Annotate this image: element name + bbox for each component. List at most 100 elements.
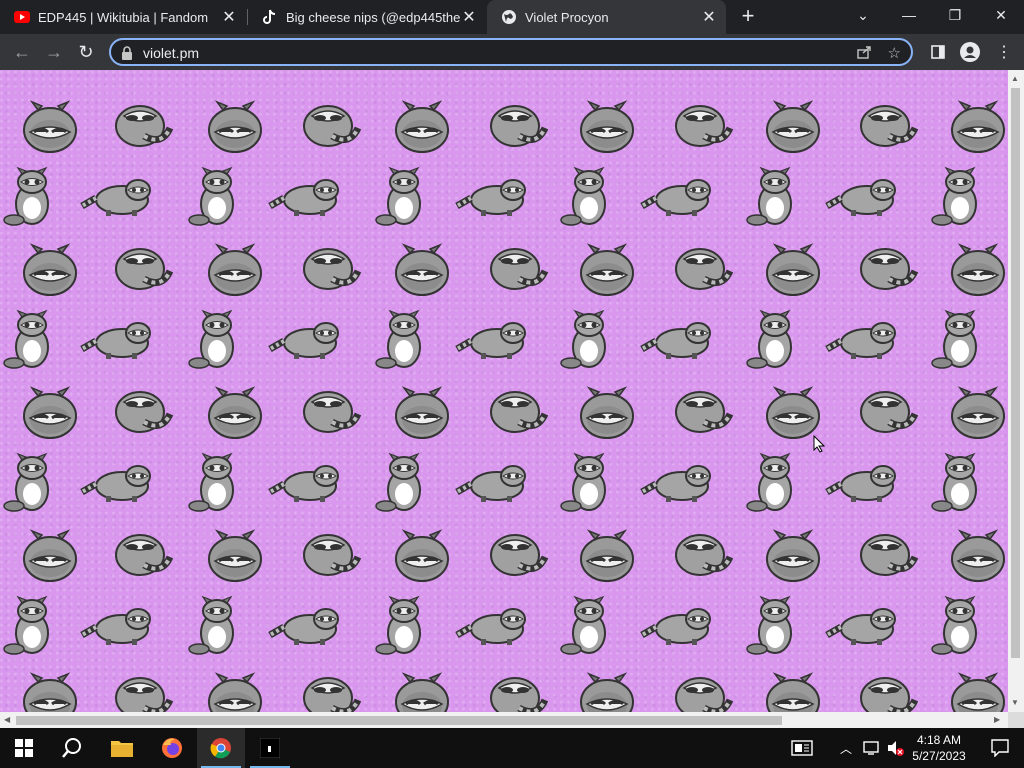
new-tab-button[interactable]: + — [736, 5, 760, 29]
tab-search-icon[interactable]: ⌄ — [840, 0, 886, 30]
raccoon-icon — [394, 100, 450, 154]
share-icon[interactable] — [857, 45, 873, 64]
raccoon-icon — [642, 466, 710, 502]
raccoon-icon — [375, 167, 421, 226]
raccoon-icon — [22, 529, 78, 583]
vertical-scrollbar[interactable]: ▲ ▼ — [1008, 70, 1024, 712]
raccoon-icon — [457, 180, 525, 216]
raccoon-pattern — [3, 100, 1006, 712]
raccoon-icon — [676, 249, 730, 289]
raccoon-icon — [931, 167, 977, 226]
scroll-right-icon[interactable]: ▶ — [994, 715, 1000, 724]
news-widget-icon[interactable] — [780, 728, 824, 768]
forward-button[interactable]: → — [42, 40, 66, 64]
tab-title: EDP445 | Wikitubia | Fandom — [38, 9, 209, 25]
raccoon-icon — [491, 249, 545, 289]
raccoon-icon — [375, 596, 421, 655]
scrollbar-corner — [1008, 712, 1024, 728]
raccoon-icon — [861, 535, 915, 575]
raccoon-icon — [3, 167, 49, 226]
raccoon-icon — [642, 323, 710, 359]
raccoon-icon — [950, 243, 1006, 297]
raccoon-icon — [304, 392, 358, 432]
raccoon-icon — [676, 106, 730, 146]
raccoon-icon — [3, 453, 49, 512]
system-clock[interactable]: 4:18 AM 5/27/2023 — [906, 732, 972, 764]
network-icon[interactable] — [860, 728, 882, 768]
chevron-up-icon[interactable]: ︿ — [836, 728, 856, 768]
reload-button[interactable]: ↻ — [74, 40, 98, 64]
raccoon-icon — [491, 678, 545, 712]
volume-muted-icon[interactable] — [884, 728, 906, 768]
scroll-up-icon[interactable]: ▲ — [1011, 74, 1019, 83]
raccoon-icon — [676, 678, 730, 712]
minimize-button[interactable]: — — [886, 0, 932, 30]
file-explorer-icon[interactable] — [98, 728, 146, 768]
youtube-icon — [14, 9, 30, 25]
restore-button[interactable]: ❐ — [932, 0, 978, 30]
raccoon-icon — [560, 167, 606, 226]
raccoon-icon — [765, 100, 821, 154]
raccoon-icon — [270, 180, 338, 216]
raccoon-icon — [827, 180, 895, 216]
tab-tiktok[interactable]: Big cheese nips (@edp445theog) ✕ — [248, 0, 486, 34]
windows-taskbar: ︿ 4:18 AM 5/27/2023 — [0, 728, 1024, 768]
browser-toolbar: ← → ↻ violet.pm ☆ ⋮ — [0, 34, 1024, 70]
raccoon-icon — [207, 386, 263, 440]
close-tab-icon[interactable]: ✕ — [700, 7, 718, 27]
profile-avatar-icon[interactable] — [960, 42, 980, 62]
globe-icon — [501, 9, 517, 25]
terminal-app-icon[interactable] — [246, 728, 294, 768]
raccoon-icon — [746, 596, 792, 655]
raccoon-icon — [22, 386, 78, 440]
side-panel-icon[interactable] — [928, 42, 948, 62]
windows-start-icon[interactable] — [0, 728, 48, 768]
tab-violet-procyon[interactable]: Violet Procyon ✕ — [487, 0, 726, 34]
raccoon-icon — [746, 453, 792, 512]
close-tab-icon[interactable]: ✕ — [220, 7, 238, 27]
raccoon-icon — [491, 392, 545, 432]
raccoon-icon — [22, 100, 78, 154]
raccoon-icon — [116, 106, 170, 146]
back-button[interactable]: ← — [10, 40, 34, 64]
raccoon-icon — [931, 596, 977, 655]
raccoon-icon — [116, 392, 170, 432]
raccoon-icon — [394, 386, 450, 440]
raccoon-icon — [457, 323, 525, 359]
search-icon[interactable] — [48, 728, 96, 768]
raccoon-icon — [116, 249, 170, 289]
raccoon-icon — [579, 243, 635, 297]
chrome-icon[interactable] — [197, 728, 245, 768]
lock-icon[interactable] — [121, 46, 133, 65]
raccoon-icon — [188, 167, 234, 226]
raccoon-icon — [116, 678, 170, 712]
scroll-down-icon[interactable]: ▼ — [1011, 698, 1019, 707]
bookmark-star-icon[interactable]: ☆ — [888, 44, 901, 62]
raccoon-icon — [3, 310, 49, 369]
raccoon-icon — [931, 453, 977, 512]
scroll-left-icon[interactable]: ◀ — [4, 715, 10, 724]
horizontal-scrollbar[interactable]: ◀ ▶ — [0, 712, 1008, 728]
raccoon-icon — [270, 609, 338, 645]
menu-kebab-icon[interactable]: ⋮ — [994, 42, 1014, 62]
raccoon-icon — [188, 596, 234, 655]
vertical-scroll-thumb[interactable] — [1011, 88, 1020, 658]
close-window-button[interactable]: ✕ — [978, 0, 1024, 30]
raccoon-icon — [861, 249, 915, 289]
raccoon-icon — [950, 386, 1006, 440]
raccoon-icon — [950, 529, 1006, 583]
close-tab-icon[interactable]: ✕ — [460, 7, 478, 27]
address-bar[interactable]: violet.pm ☆ — [109, 38, 913, 66]
url-text[interactable]: violet.pm — [143, 45, 199, 61]
tab-strip: EDP445 | Wikitubia | Fandom ✕ Big cheese… — [0, 0, 1024, 34]
notifications-icon[interactable] — [976, 728, 1024, 768]
raccoon-icon — [746, 310, 792, 369]
raccoon-icon — [394, 243, 450, 297]
raccoon-icon — [3, 596, 49, 655]
raccoon-icon — [188, 310, 234, 369]
raccoon-icon — [746, 167, 792, 226]
tab-wikitubia[interactable]: EDP445 | Wikitubia | Fandom ✕ — [0, 0, 246, 34]
horizontal-scroll-thumb[interactable] — [16, 716, 782, 725]
raccoon-icon — [270, 466, 338, 502]
firefox-icon[interactable] — [148, 728, 196, 768]
